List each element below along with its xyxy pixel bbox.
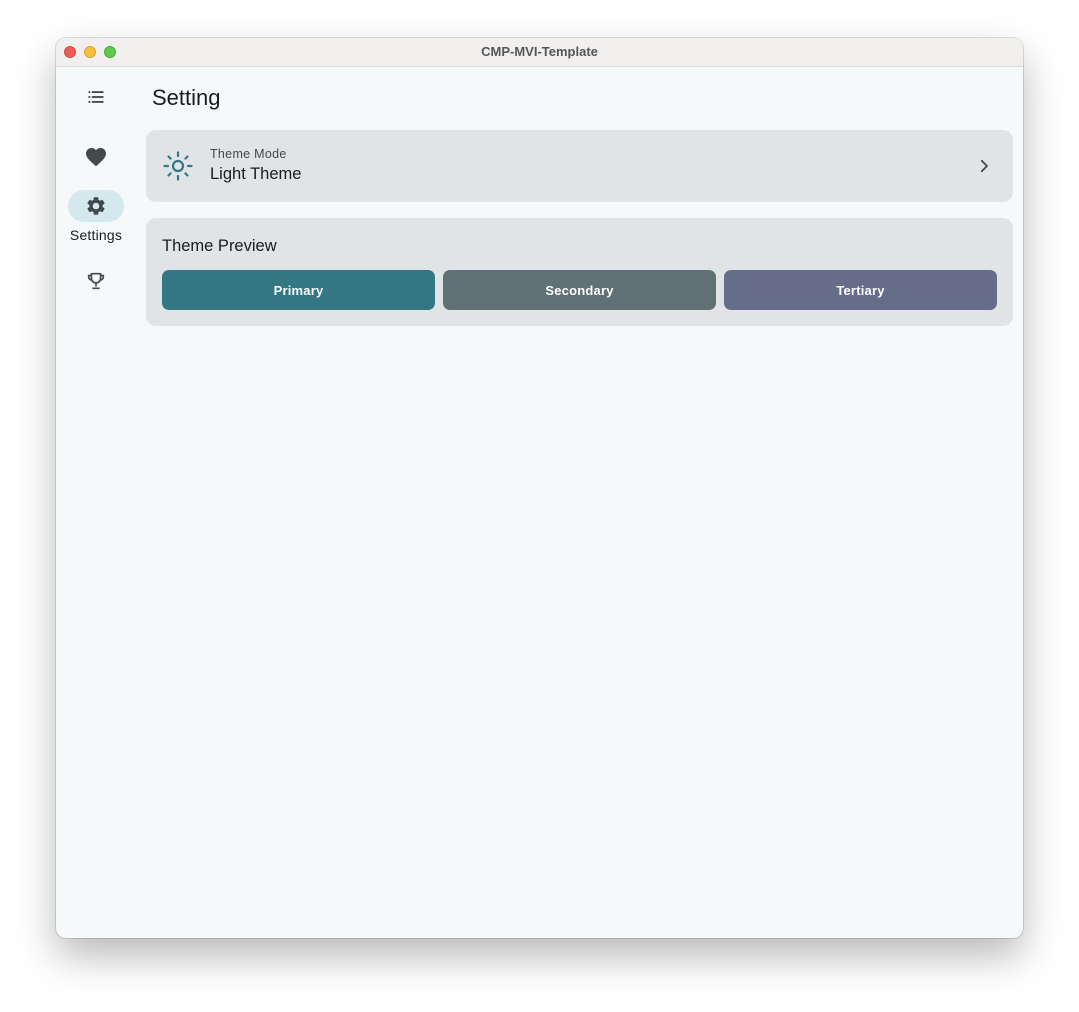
rail-icon-container	[68, 81, 124, 113]
rail-icon-container	[68, 141, 124, 173]
rail-item-settings[interactable]: Settings	[56, 190, 136, 243]
sun-icon	[163, 151, 193, 181]
theme-preview-card: Theme Preview Primary Secondary Tertiary	[146, 218, 1013, 326]
rail-item-favorites[interactable]	[56, 141, 136, 173]
gear-icon	[87, 197, 105, 215]
rail-item-achievements[interactable]	[56, 265, 136, 297]
chevron-right-icon	[980, 159, 988, 173]
rail-active-indicator	[68, 190, 124, 222]
tertiary-button[interactable]: Tertiary	[724, 270, 997, 310]
heart-icon	[86, 148, 106, 167]
primary-button[interactable]: Primary	[162, 270, 435, 310]
app-window: CMP-MVI-Template Settings Setting Theme …	[56, 38, 1023, 938]
window-title: CMP-MVI-Template	[481, 44, 598, 59]
secondary-button[interactable]: Secondary	[443, 270, 716, 310]
navigation-rail: Settings	[56, 67, 136, 938]
trophy-icon	[87, 272, 105, 290]
theme-mode-card[interactable]: Theme Mode Light Theme	[146, 130, 1013, 202]
list-icon	[88, 91, 104, 103]
rail-label-settings: Settings	[69, 227, 123, 243]
page-title: Setting	[152, 85, 221, 110]
theme-mode-caption: Theme Mode	[210, 147, 287, 161]
title-bar: CMP-MVI-Template	[56, 38, 1023, 67]
rail-icon-container	[68, 265, 124, 297]
theme-preview-title: Theme Preview	[162, 237, 277, 255]
rail-item-list[interactable]	[56, 81, 136, 113]
theme-mode-value: Light Theme	[210, 165, 302, 183]
